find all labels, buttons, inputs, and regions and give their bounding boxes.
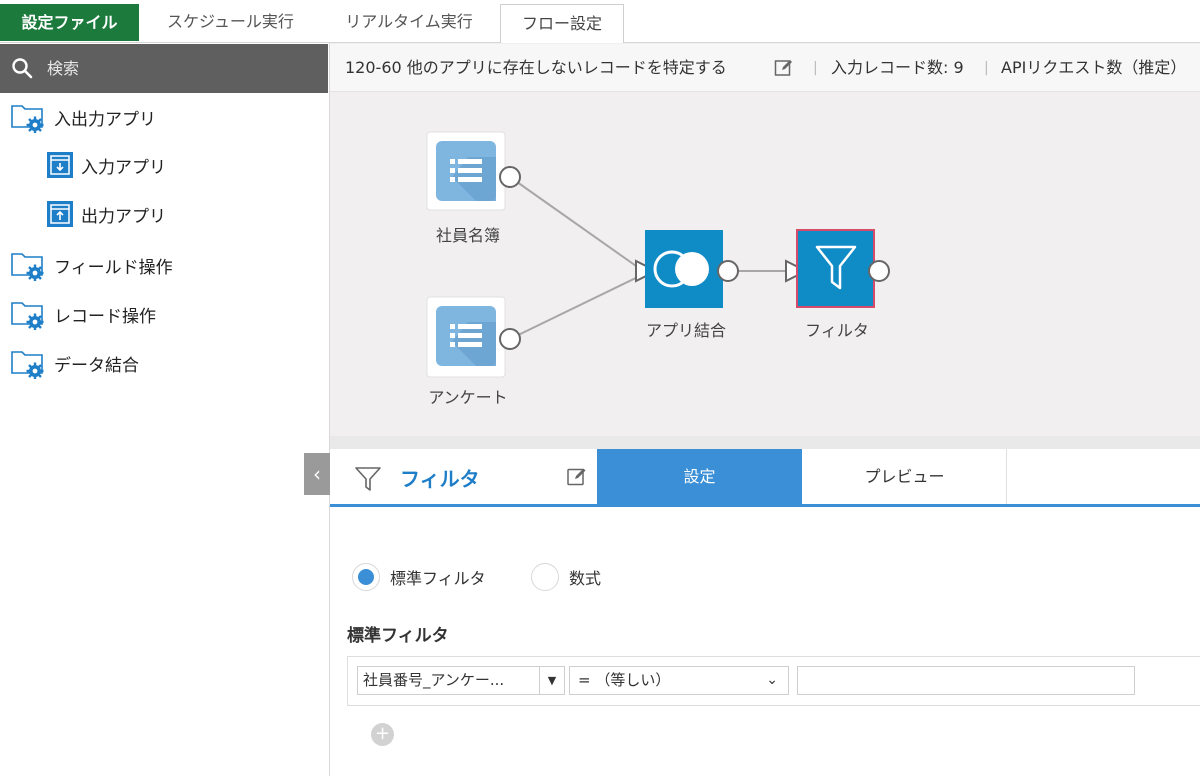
header-separator: |: [813, 60, 818, 76]
sidebar-item-label: 出力アプリ: [81, 206, 166, 227]
flow-title: 120-60 他のアプリに存在しないレコードを特定する: [345, 58, 727, 77]
connector-line: [509, 176, 647, 274]
sidebar-item-field-ops[interactable]: フィールド操作: [10, 245, 173, 285]
panel-divider[interactable]: [330, 436, 1200, 449]
node-label-join: アプリ結合: [645, 321, 726, 340]
search-box[interactable]: 検索: [0, 44, 328, 93]
edit-icon[interactable]: [774, 58, 794, 78]
input-record-count: 入力レコード数: 9: [831, 58, 964, 77]
folder-gear-icon: [11, 302, 44, 330]
folder-gear-icon: [11, 253, 44, 281]
radio-dot: [358, 569, 374, 585]
node-filter[interactable]: [785, 229, 890, 308]
node-survey[interactable]: [426, 296, 521, 378]
tab-schedule-run[interactable]: スケジュール実行: [143, 0, 318, 43]
header-separator: |: [984, 60, 989, 76]
section-title: 標準フィルタ: [347, 626, 449, 646]
radio-formula[interactable]: 数式: [531, 563, 601, 591]
search-icon: [12, 58, 33, 79]
tab-settings[interactable]: 設定: [597, 449, 802, 504]
node-employee-list[interactable]: [426, 131, 521, 211]
dropdown-arrow-icon[interactable]: ▼: [539, 667, 564, 694]
chevron-down-icon: ⌄: [766, 672, 778, 688]
radio-button[interactable]: [352, 563, 380, 591]
field-select[interactable]: 社員番号_アンケー... ▼: [357, 666, 565, 695]
collapse-sidebar-button[interactable]: ‹: [304, 453, 330, 495]
sidebar-item-output-app[interactable]: 出力アプリ: [47, 194, 166, 234]
tab-realtime-run[interactable]: リアルタイム実行: [320, 0, 498, 43]
top-tab-bar: 設定ファイル スケジュール実行 リアルタイム実行 フロー設定: [0, 0, 1200, 44]
sidebar-item-data-join[interactable]: データ結合: [10, 343, 139, 383]
canvas-header: 120-60 他のアプリに存在しないレコードを特定する | 入力レコード数: 9…: [330, 44, 1200, 92]
search-placeholder: 検索: [47, 59, 80, 78]
sidebar-item-label: 入力アプリ: [81, 157, 166, 178]
filter-icon: [355, 467, 381, 491]
folder-gear-icon: [11, 105, 44, 133]
radio-label: 標準フィルタ: [390, 569, 486, 588]
tab-settings-file[interactable]: 設定ファイル: [0, 4, 139, 41]
panel-title: フィルタ: [400, 467, 480, 491]
filter-value-input[interactable]: [797, 666, 1135, 695]
tab-flow-settings[interactable]: フロー設定: [500, 4, 624, 44]
connector-line: [509, 272, 647, 340]
operator-select-value: = （等しい）: [578, 671, 671, 689]
sidebar-item-label: レコード操作: [54, 306, 156, 327]
radio-standard-filter[interactable]: 標準フィルタ: [352, 563, 486, 591]
sidebar-item-label: フィールド操作: [54, 257, 173, 278]
node-label-employees: 社員名簿: [435, 226, 500, 245]
sidebar-item-input-app[interactable]: 入力アプリ: [47, 145, 166, 185]
field-select-value: 社員番号_アンケー...: [363, 671, 505, 689]
input-app-icon: [47, 152, 73, 178]
edit-icon[interactable]: [566, 466, 588, 488]
api-request-count: APIリクエスト数（推定）: [1001, 58, 1187, 77]
operator-select[interactable]: = （等しい） ⌄: [569, 666, 789, 695]
add-condition-button[interactable]: +: [371, 723, 394, 746]
sidebar-item-io-apps[interactable]: 入出力アプリ: [10, 97, 156, 137]
sidebar-item-label: データ結合: [54, 355, 139, 376]
node-label-survey: アンケート: [428, 388, 508, 407]
sidebar-item-label: 入出力アプリ: [54, 109, 156, 130]
radio-button[interactable]: [531, 563, 559, 591]
output-app-icon: [47, 201, 73, 227]
node-label-filter: フィルタ: [805, 321, 869, 340]
folder-gear-icon: [11, 351, 44, 379]
radio-label: 数式: [569, 569, 602, 588]
tab-underline: [330, 504, 1200, 507]
tab-preview[interactable]: プレビュー: [803, 449, 1007, 504]
sidebar-item-record-ops[interactable]: レコード操作: [10, 294, 156, 334]
node-app-join[interactable]: [635, 230, 739, 308]
sidebar: 検索 入出力アプリ 入力アプリ 出力アプリ フィールド操作 レコード操作 データ…: [0, 43, 330, 776]
